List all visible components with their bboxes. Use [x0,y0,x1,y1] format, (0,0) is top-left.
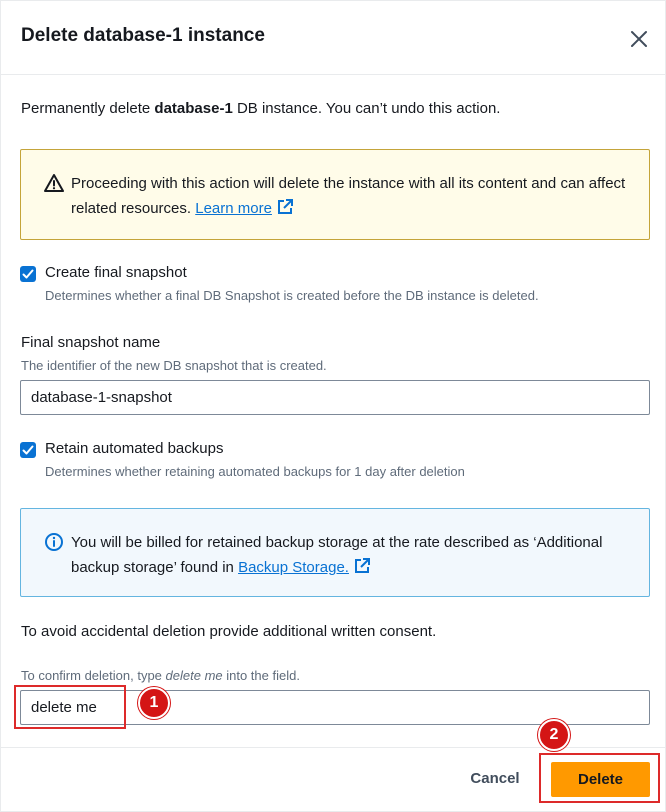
retain-backups-option: Retain automated backups Determines whet… [20,440,640,484]
warning-text: Proceeding with this action will delete … [71,171,631,221]
close-icon[interactable] [627,27,651,51]
intro-prefix: Permanently delete [21,100,155,117]
warning-alert: Proceeding with this action will delete … [20,149,650,240]
retain-backups-label[interactable]: Retain automated backups [45,440,223,457]
step-2-highlight [539,753,660,803]
snapshot-name-value: database-1-snapshot [31,389,172,406]
intro-suffix: DB instance. You can’t undo this action. [232,100,501,117]
cancel-button[interactable]: Cancel [459,770,531,790]
final-snapshot-checkbox[interactable] [20,266,36,282]
external-link-icon[interactable] [353,557,371,575]
final-snapshot-option: Create final snapshot Determines whether… [20,264,640,308]
confirm-hint-suffix: into the field. [222,668,300,683]
intro-instance-name: database-1 [154,100,233,117]
warning-icon [44,174,64,192]
confirm-hint: To confirm deletion, type delete me into… [21,668,300,683]
billing-info-text: You will be billed for retained backup s… [71,530,631,580]
warning-message: Proceeding with this action will delete … [71,175,626,217]
confirm-hint-keyword: delete me [165,668,223,683]
checkmark-icon [22,269,34,279]
backup-storage-link[interactable]: Backup Storage. [238,559,349,576]
billing-info-alert: You will be billed for retained backup s… [20,508,650,597]
modal-title: Delete database-1 instance [21,25,265,46]
step-1-highlight [14,685,126,729]
modal-header: Delete database-1 instance [1,1,666,75]
checkmark-icon [22,445,34,455]
step-1-badge: 1 [138,687,170,719]
snapshot-name-description: The identifier of the new DB snapshot th… [21,358,327,373]
learn-more-link[interactable]: Learn more [195,200,272,217]
external-link-icon[interactable] [276,198,294,216]
info-icon [45,533,63,551]
final-snapshot-label[interactable]: Create final snapshot [45,264,187,281]
confirm-hint-prefix: To confirm deletion, type [21,668,166,683]
retain-backups-checkbox[interactable] [20,442,36,458]
step-2-badge: 2 [538,719,570,751]
intro-text: Permanently delete database-1 DB instanc… [21,100,500,117]
delete-instance-modal: Delete database-1 instance Permanently d… [0,0,666,812]
final-snapshot-description: Determines whether a final DB Snapshot i… [45,288,539,303]
retain-backups-description: Determines whether retaining automated b… [45,464,465,479]
snapshot-name-label: Final snapshot name [21,334,161,351]
snapshot-name-input[interactable]: database-1-snapshot [20,380,650,415]
consent-text: To avoid accidental deletion provide add… [21,623,437,640]
